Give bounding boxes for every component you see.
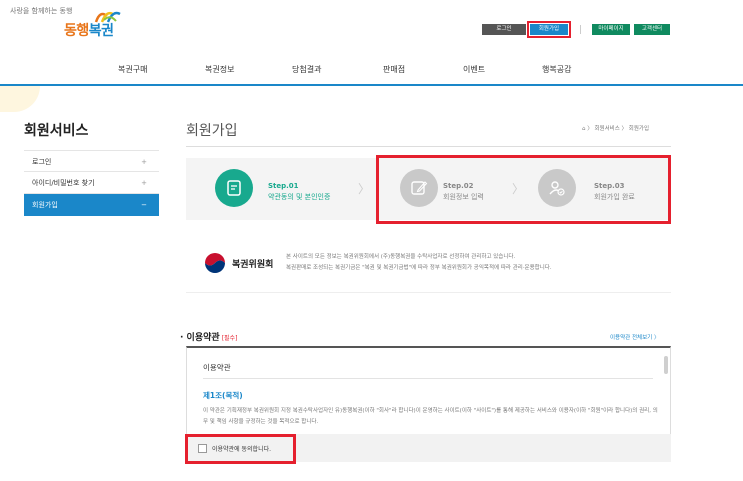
plus-icon: +: [141, 179, 147, 187]
step1-circle: [215, 169, 253, 207]
nav-item-results[interactable]: 당첨결과: [292, 64, 321, 75]
terms-scrollbar[interactable]: [664, 356, 668, 374]
notice-line: 복권판매로 조성되는 복권기금은 "복권 및 복권기금법"에 따라 정부 복권위…: [286, 265, 552, 271]
sidebar-menu: 로그인 + 아이디/비밀번호 찾기 + 회원가입 −: [24, 150, 159, 216]
page-title: 회원가입: [186, 123, 238, 139]
header: 사랑을 함께하는 동행 동행복권 로그인 회원가입 마이페이지 고객센터: [0, 0, 743, 48]
logo[interactable]: 동행복권: [64, 20, 114, 40]
step1-number: Step.01: [268, 182, 299, 190]
decoration-shape: [0, 86, 40, 112]
required-badge: [필수]: [221, 335, 238, 342]
sidebar-item-label: 아이디/비밀번호 찾기: [32, 179, 95, 187]
nav-item-info[interactable]: 복권정보: [205, 64, 234, 75]
committee-name: 복권위원회: [232, 260, 274, 270]
article-body: 이 약관은 기획재정부 복권위원회 지정 복권수탁사업자인 유)동행복권(이하 …: [203, 408, 658, 425]
chevron-right-icon: 〉: [358, 182, 371, 196]
nav-item-buy[interactable]: 복권구매: [118, 64, 147, 75]
sidebar-item-login[interactable]: 로그인 +: [24, 150, 159, 172]
sidebar-item-label: 회원가입: [32, 201, 58, 209]
sidebar-item-join[interactable]: 회원가입 −: [24, 194, 159, 216]
divider: [203, 378, 653, 379]
sidebar-item-find-account[interactable]: 아이디/비밀번호 찾기 +: [24, 172, 159, 194]
join-button[interactable]: 회원가입: [527, 21, 571, 38]
logo-text-2: 복권: [88, 23, 114, 39]
article-title: 제1조(목적): [203, 391, 243, 400]
nav-item-stores[interactable]: 판매점: [383, 64, 405, 75]
logo-slogan: 사랑을 함께하는 동행: [10, 7, 73, 15]
government-emblem-icon: [205, 253, 225, 273]
terms-box-title: 이용약관: [203, 363, 231, 372]
customer-center-button[interactable]: 고객센터: [634, 24, 670, 35]
terms-heading-text: · 이용약관: [180, 333, 220, 343]
step1-label: 약관동의 및 본인인증: [268, 193, 331, 201]
sidebar-item-label: 로그인: [32, 158, 52, 166]
terms-view-all-link[interactable]: 이용약관 전체보기 〉: [610, 333, 659, 341]
document-check-icon: [227, 180, 241, 196]
nav-item-happiness[interactable]: 행복공감: [542, 64, 571, 75]
mypage-button[interactable]: 마이페이지: [592, 24, 630, 35]
agree-highlight-box: [185, 434, 296, 464]
breadcrumb: ⌂ 〉 회원서비스 〉 회원가입: [582, 126, 650, 132]
nav-item-event[interactable]: 이벤트: [463, 64, 485, 75]
steps-highlight-box: [376, 155, 671, 224]
terms-heading: · 이용약관 [필수]: [180, 330, 237, 343]
notice-text: 본 사이트의 모든 정보는 복권위원회에서 (주)동행복권을 수탁사업자로 선정…: [286, 252, 552, 274]
divider: [186, 292, 671, 293]
login-button[interactable]: 로그인: [482, 24, 526, 35]
main-nav: 복권구매 복권정보 당첨결과 판매점 이벤트 행복공감: [0, 56, 743, 86]
notice-line: 본 사이트의 모든 정보는 복권위원회에서 (주)동행복권을 수탁사업자로 선정…: [286, 254, 516, 260]
terms-scroll-box[interactable]: 이용약관 제1조(목적) 이 약관은 기획재정부 복권위원회 지정 복권수탁사업…: [186, 346, 671, 434]
minus-icon: −: [141, 201, 147, 209]
logo-text-1: 동행: [64, 23, 89, 39]
util-divider: [580, 25, 581, 34]
divider: [186, 146, 671, 147]
plus-icon: +: [141, 158, 147, 166]
sidebar-title: 회원서비스: [24, 123, 89, 139]
